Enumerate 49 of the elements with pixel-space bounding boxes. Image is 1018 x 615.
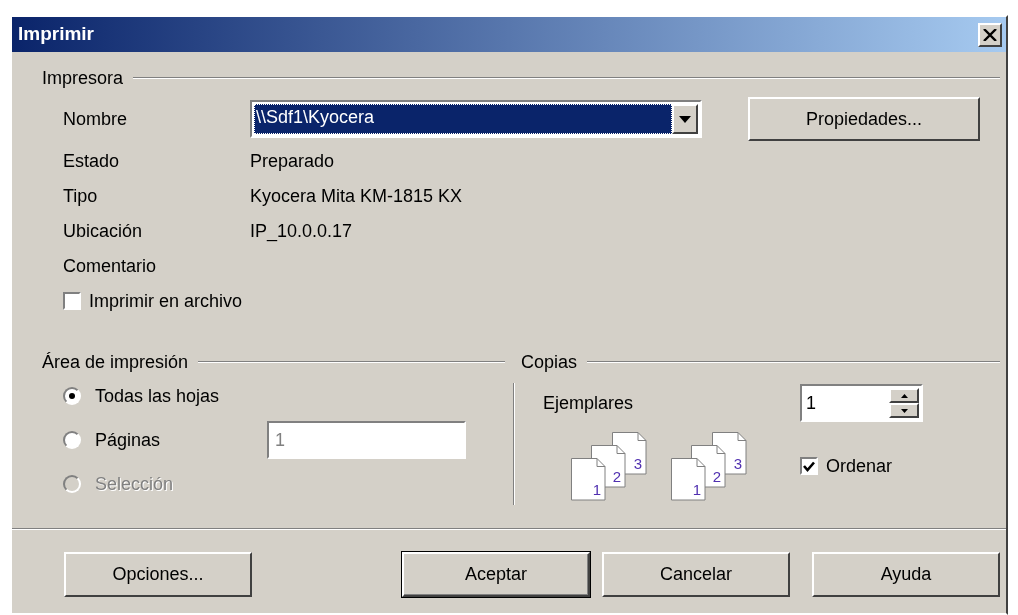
page-icon [571,458,606,501]
info-value: Kyocera Mita KM-1815 KX [250,185,463,208]
page-number: 3 [733,455,743,472]
properties-button[interactable]: Propiedades... [748,97,980,141]
close-button[interactable] [978,22,1002,47]
copies-spinner[interactable]: 1 [800,384,923,422]
info-label: Comentario [63,255,158,278]
dialog-button[interactable]: Cancelar [602,552,790,597]
page-number: 3 [633,455,643,472]
dropdown-arrow-button[interactable] [672,104,698,134]
dialog-button[interactable]: Aceptar [402,552,590,597]
checkbox-label: Ordenar [826,454,893,478]
group-label: Impresora [42,66,124,90]
printer-dropdown[interactable]: \\Sdf1\Kyocera [250,100,702,138]
spinner-value: 1 [806,391,817,415]
page-icon [671,458,706,501]
increment-button[interactable] [889,388,919,403]
caret-icon [679,115,691,123]
dialog-button[interactable]: Ayuda [812,552,1000,597]
down-arrow-icon [900,408,908,413]
radio-button[interactable] [63,431,81,449]
info-label: Estado [63,150,121,173]
group-label: Área de impresión [42,350,189,374]
page-number: 1 [592,481,602,498]
checkbox-label: Imprimir en archivo [89,289,243,313]
info-value: IP_10.0.0.17 [250,220,353,244]
radio-dot-icon [69,393,75,399]
page-number: 2 [612,468,622,485]
window-title: Imprimir [18,22,95,47]
radio-button[interactable] [63,387,81,405]
dropdown-value: \\Sdf1\Kyocera [254,104,672,134]
close-icon [983,28,997,41]
info-value: Preparado [250,150,335,173]
decrement-button[interactable] [889,403,919,418]
page-number: 1 [692,481,702,498]
up-arrow-icon [900,393,908,398]
info-label: Tipo [63,185,99,208]
radio-label: Todas las hojas [95,384,221,408]
dialog-button[interactable]: Opciones... [64,552,252,597]
pages-field[interactable]: 1 [267,421,466,459]
field-label: Nombre [63,107,129,131]
radio-label: Selección [95,472,175,496]
field-label: Ejemplares [543,391,635,415]
group-label: Copias [521,350,578,374]
page-number: 2 [712,468,722,485]
checkbox[interactable] [63,292,81,310]
radio-label: Páginas [95,428,162,452]
checkbox[interactable] [800,457,818,475]
info-label: Ubicación [63,220,144,243]
